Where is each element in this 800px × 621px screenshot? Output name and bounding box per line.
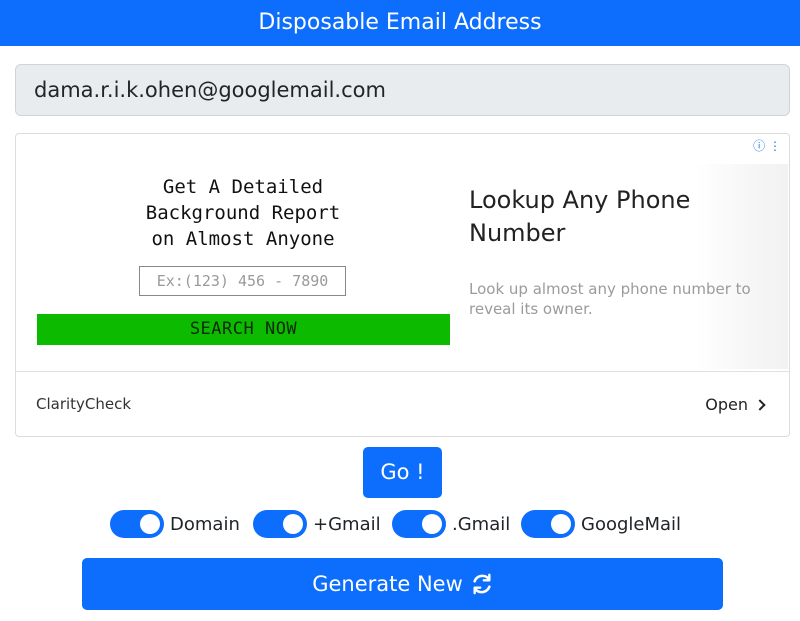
email-address-field[interactable]: dama.r.i.k.ohen@googlemail.com: [15, 64, 790, 116]
generate-new-label: Generate New: [312, 572, 463, 596]
page-title: Disposable Email Address: [258, 10, 542, 35]
page-header: Disposable Email Address: [0, 0, 800, 46]
ad-advertiser[interactable]: ClarityCheck: [36, 395, 131, 413]
toggle-knob: [551, 514, 571, 534]
toggle-dot-gmail[interactable]: .Gmail: [392, 509, 510, 539]
ad-image[interactable]: Get A Detailed Background Report on Almo…: [36, 152, 450, 372]
toggle-switch[interactable]: [392, 510, 446, 538]
ad-open-label: Open: [705, 395, 748, 414]
ad-open-button[interactable]: Open: [705, 395, 766, 414]
toggle-switch[interactable]: [253, 510, 307, 538]
toggle-label: Domain: [170, 513, 240, 535]
toggle-label: GoogleMail: [581, 513, 682, 535]
chevron-right-icon: [754, 398, 766, 411]
ad-image-phone-input: Ex:(123) 456 - 7890: [139, 266, 346, 296]
ad-headline[interactable]: Lookup Any Phone Number: [469, 184, 729, 250]
toggle-label: +Gmail: [313, 513, 381, 535]
toggle-domain[interactable]: Domain: [110, 509, 240, 539]
go-button[interactable]: Go !: [363, 447, 442, 498]
toggle-plus-gmail[interactable]: +Gmail: [253, 509, 381, 539]
toggle-googlemail[interactable]: GoogleMail: [521, 509, 681, 539]
refresh-icon: [473, 573, 491, 595]
toggle-label: .Gmail: [452, 513, 511, 535]
toggle-knob: [283, 514, 303, 534]
toggle-knob: [422, 514, 442, 534]
toggle-switch[interactable]: [521, 510, 575, 538]
toggle-knob: [140, 514, 160, 534]
generate-new-button[interactable]: Generate New: [82, 558, 723, 610]
ad-info-icon[interactable]: ⓘ ⋮: [753, 137, 781, 154]
advertisement[interactable]: ⓘ ⋮ Get A Detailed Background Report on …: [15, 133, 790, 437]
toggle-switch[interactable]: [110, 510, 164, 538]
option-toggles: Domain +Gmail .Gmail GoogleMail: [0, 509, 800, 539]
ad-description: Look up almost any phone number to revea…: [469, 280, 751, 318]
ad-image-headline: Get A Detailed Background Report on Almo…: [145, 176, 341, 250]
ad-divider: [16, 371, 789, 372]
ad-image-search-button: SEARCH NOW: [37, 314, 450, 345]
